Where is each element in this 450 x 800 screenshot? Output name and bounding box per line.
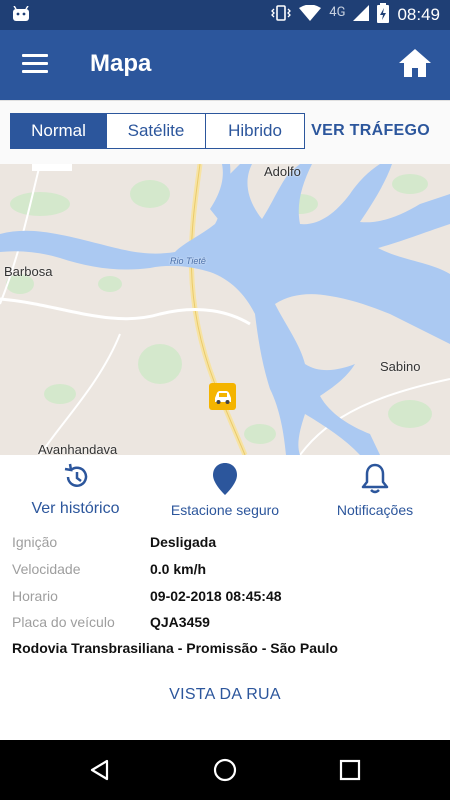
notifications-label: Notificações [336,502,414,518]
history-label: Ver histórico [31,500,120,517]
speed-value: 0.0 km/h [150,561,207,577]
battery-icon [377,3,390,27]
tab-hybrid[interactable]: Hibrido [206,114,304,148]
tab-normal[interactable]: Normal [11,114,107,148]
back-icon[interactable] [88,758,112,786]
notifications-button[interactable]: Notificações [326,463,424,518]
home-nav-icon[interactable] [212,758,238,786]
time-value: 09-02-2018 08:45:48 [150,588,282,604]
ignition-label: Ignição [12,534,58,550]
speed-label: Velocidade [12,561,81,577]
tab-satellite[interactable]: Satélite [107,114,206,148]
safe-parking-label: Estacione seguro [170,502,280,518]
vibrate-icon [271,5,292,25]
map-label-adolfo: Adolfo [264,164,301,179]
location-pin-icon [213,463,237,495]
recents-icon[interactable] [338,758,362,786]
address: Rodovia Transbrasiliana - Promissão - Sã… [12,640,338,656]
network-type: 4G [329,4,346,20]
street-view-button[interactable]: VISTA DA RUA [0,686,450,704]
vehicle-marker[interactable] [209,383,236,410]
view-traffic-button[interactable]: VER TRÁFEGO [311,122,430,140]
clock: 08:49 [397,5,440,24]
action-bar: Ver histórico Estacione seguro Notificaç… [0,455,450,525]
signal-icon [353,5,370,25]
map-type-bar: Normal Satélite Hibrido VER TRÁFEGO [0,100,450,164]
map-label-barbosa: Barbosa [4,264,53,279]
app-bar: Mapa [0,30,450,100]
plate-value: QJA3459 [150,614,210,630]
history-button[interactable]: Ver histórico [18,463,133,518]
ignition-value: Desligada [150,534,217,550]
map-view[interactable]: Adolfo Barbosa Sabino Avanhandava Rio Ti… [0,164,450,455]
page-title: Mapa [90,50,152,77]
navigation-bar [0,740,450,800]
map-label-avanhandava: Avanhandava [38,442,118,455]
car-icon [214,390,231,404]
map-label-river: Rio Tietê [170,256,206,266]
map-label-sabino: Sabino [380,359,421,374]
time-label: Horario [12,588,58,604]
menu-icon[interactable] [22,54,48,76]
safe-parking-button[interactable]: Estacione seguro [162,463,288,518]
map-type-selector: Normal Satélite Hibrido [10,113,305,149]
wifi-icon [299,4,322,25]
home-icon[interactable] [398,48,432,82]
map-canvas [0,164,450,455]
status-bar: 4G 08:49 [0,0,450,30]
plate-label: Placa do veículo [12,614,115,630]
bell-icon [361,463,389,494]
history-icon [64,463,87,487]
android-icon [12,5,30,26]
